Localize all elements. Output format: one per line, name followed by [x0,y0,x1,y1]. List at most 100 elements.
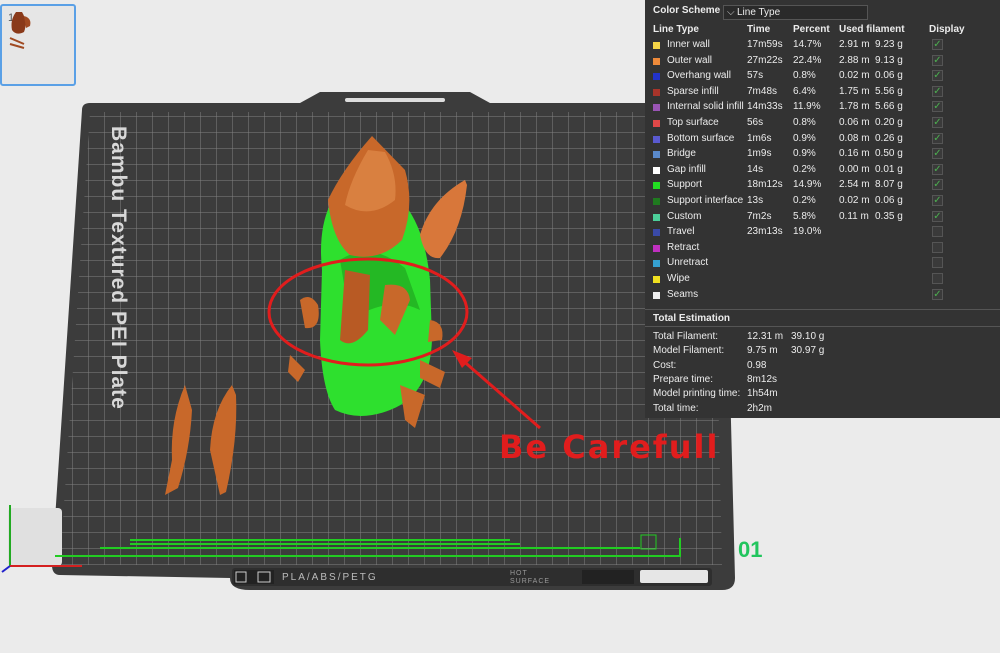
line-type-meters: 0.11 m [839,210,869,222]
line-type-grams: 5.66 g [875,101,903,113]
display-checkbox[interactable] [932,273,943,284]
line-type-row: Bottom surface 1m6s 0.9% 0.08 m 0.26 g ✓ [645,132,1000,147]
line-type-name: Overhang wall [667,70,731,82]
display-checkbox[interactable]: ✓ [932,163,943,175]
line-type-meters: 1.78 m [839,101,870,113]
estimation-value: 1h54m [747,388,778,400]
plate-number[interactable]: 01 [738,537,762,563]
line-type-percent: 0.8% [793,117,816,128]
estimation-row: Model Filament: 9.75 m 30.97 g [653,345,993,359]
display-checkbox[interactable]: ✓ [932,210,943,222]
line-type-time: 18m12s [747,179,783,191]
line-type-grams: 0.35 g [875,210,903,222]
hot-label-line1: HOT [510,570,528,577]
line-type-name: Travel [667,226,695,238]
line-type-percent: 0.2% [793,163,816,175]
display-checkbox[interactable]: ✓ [932,101,943,113]
line-type-time: 1m9s [747,148,772,160]
origin-pad [8,508,62,566]
line-type-grams: 0.20 g [875,117,903,128]
line-type-name: Sparse infill [667,85,719,97]
color-swatch [653,229,660,237]
line-type-row: Retract [645,241,1000,256]
line-type-grams: 9.23 g [875,39,903,50]
color-swatch [653,42,660,49]
estimation-label: Prepare time: [653,373,714,385]
line-type-grams: 0.01 g [875,163,903,175]
header-time: Time [747,24,771,35]
line-type-percent: 11.9% [793,101,821,113]
display-checkbox[interactable] [932,257,943,269]
line-type-time: 13s [747,195,764,206]
plate-handle [345,98,445,102]
line-type-meters: 0.02 m [839,195,870,206]
line-type-name: Unretract [667,257,709,269]
color-swatch [653,104,660,112]
total-estimation-title: Total Estimation [653,313,731,324]
color-swatch [653,213,660,221]
divider [645,309,1000,310]
color-swatch [653,57,660,65]
plate-thumbnail[interactable]: 1 [0,4,76,86]
line-type-name: Inner wall [667,39,710,50]
display-checkbox[interactable]: ✓ [932,132,943,144]
display-checkbox[interactable]: ✓ [932,117,943,128]
estimation-value: 2h2m [747,402,773,414]
estimation-row: Model printing time: 1h54m [653,388,993,402]
line-type-name: Wipe [667,273,690,284]
line-type-percent: 6.4% [793,85,816,97]
display-checkbox[interactable]: ✓ [932,148,943,160]
line-type-row: Unretract [645,256,1000,271]
line-type-time: 27m22s [747,54,783,66]
display-checkbox[interactable]: ✓ [932,179,943,191]
display-checkbox[interactable]: ✓ [932,195,943,206]
color-scheme-select[interactable]: ⌵ Line Type [723,5,868,20]
line-type-meters: 0.06 m [839,117,870,128]
line-type-percent: 14.7% [793,39,822,50]
line-type-row: Bridge 1m9s 0.9% 0.16 m 0.50 g ✓ [645,147,1000,162]
color-swatch [653,276,660,283]
line-type-row: Support interface 13s 0.2% 0.02 m 0.06 g ✓ [645,194,1000,209]
color-swatch [653,88,660,96]
estimation-row: Total Filament: 12.31 m 39.10 g [653,331,993,345]
hot-surface-label: HOT SURFACE [510,570,550,586]
header-percent: Percent [793,24,830,35]
color-swatch [653,166,660,174]
line-type-percent: 0.9% [793,132,816,144]
header-line-type: Line Type [653,24,699,35]
estimation-row: Prepare time: 8m12s [653,374,993,388]
line-type-name: Seams [667,288,699,300]
chevron-down-icon: ⌵ [727,7,735,18]
display-checkbox[interactable]: ✓ [932,288,943,300]
display-checkbox[interactable]: ✓ [932,70,943,82]
line-type-name: Gap infill [667,163,706,175]
line-type-percent: 0.2% [793,195,816,206]
line-type-row: Overhang wall 57s 0.8% 0.02 m 0.06 g ✓ [645,69,1000,84]
line-type-percent: 0.9% [793,148,816,160]
display-checkbox[interactable] [932,241,943,253]
header-used-filament: Used filament [839,24,905,35]
color-swatch [653,120,660,127]
estimation-label: Cost: [653,359,677,371]
display-checkbox[interactable]: ✓ [932,85,943,97]
line-type-meters: 2.88 m [839,54,870,66]
display-checkbox[interactable]: ✓ [932,39,943,50]
line-type-time: 14m33s [747,101,783,113]
line-type-meters: 0.00 m [839,163,870,175]
plate-title: Bambu Textured PEI Plate [107,126,130,410]
display-checkbox[interactable]: ✓ [932,54,943,66]
line-type-grams: 0.06 g [875,195,903,206]
legend-panel: Color Scheme ⌵ Line Type Line Type Time P… [645,0,1000,418]
line-type-grams: 9.13 g [875,54,903,66]
line-type-percent: 0.8% [793,70,816,82]
line-type-name: Retract [667,241,700,253]
color-swatch [653,260,660,268]
line-type-row: Top surface 56s 0.8% 0.06 m 0.20 g ✓ [645,116,1000,131]
line-type-percent: 22.4% [793,54,822,66]
hot-label-line2: SURFACE [510,578,551,585]
header-display: Display [929,24,965,35]
divider [645,326,1000,327]
line-type-grams: 0.06 g [875,70,903,82]
display-checkbox[interactable] [932,226,943,238]
line-type-percent: 14.9% [793,179,822,191]
